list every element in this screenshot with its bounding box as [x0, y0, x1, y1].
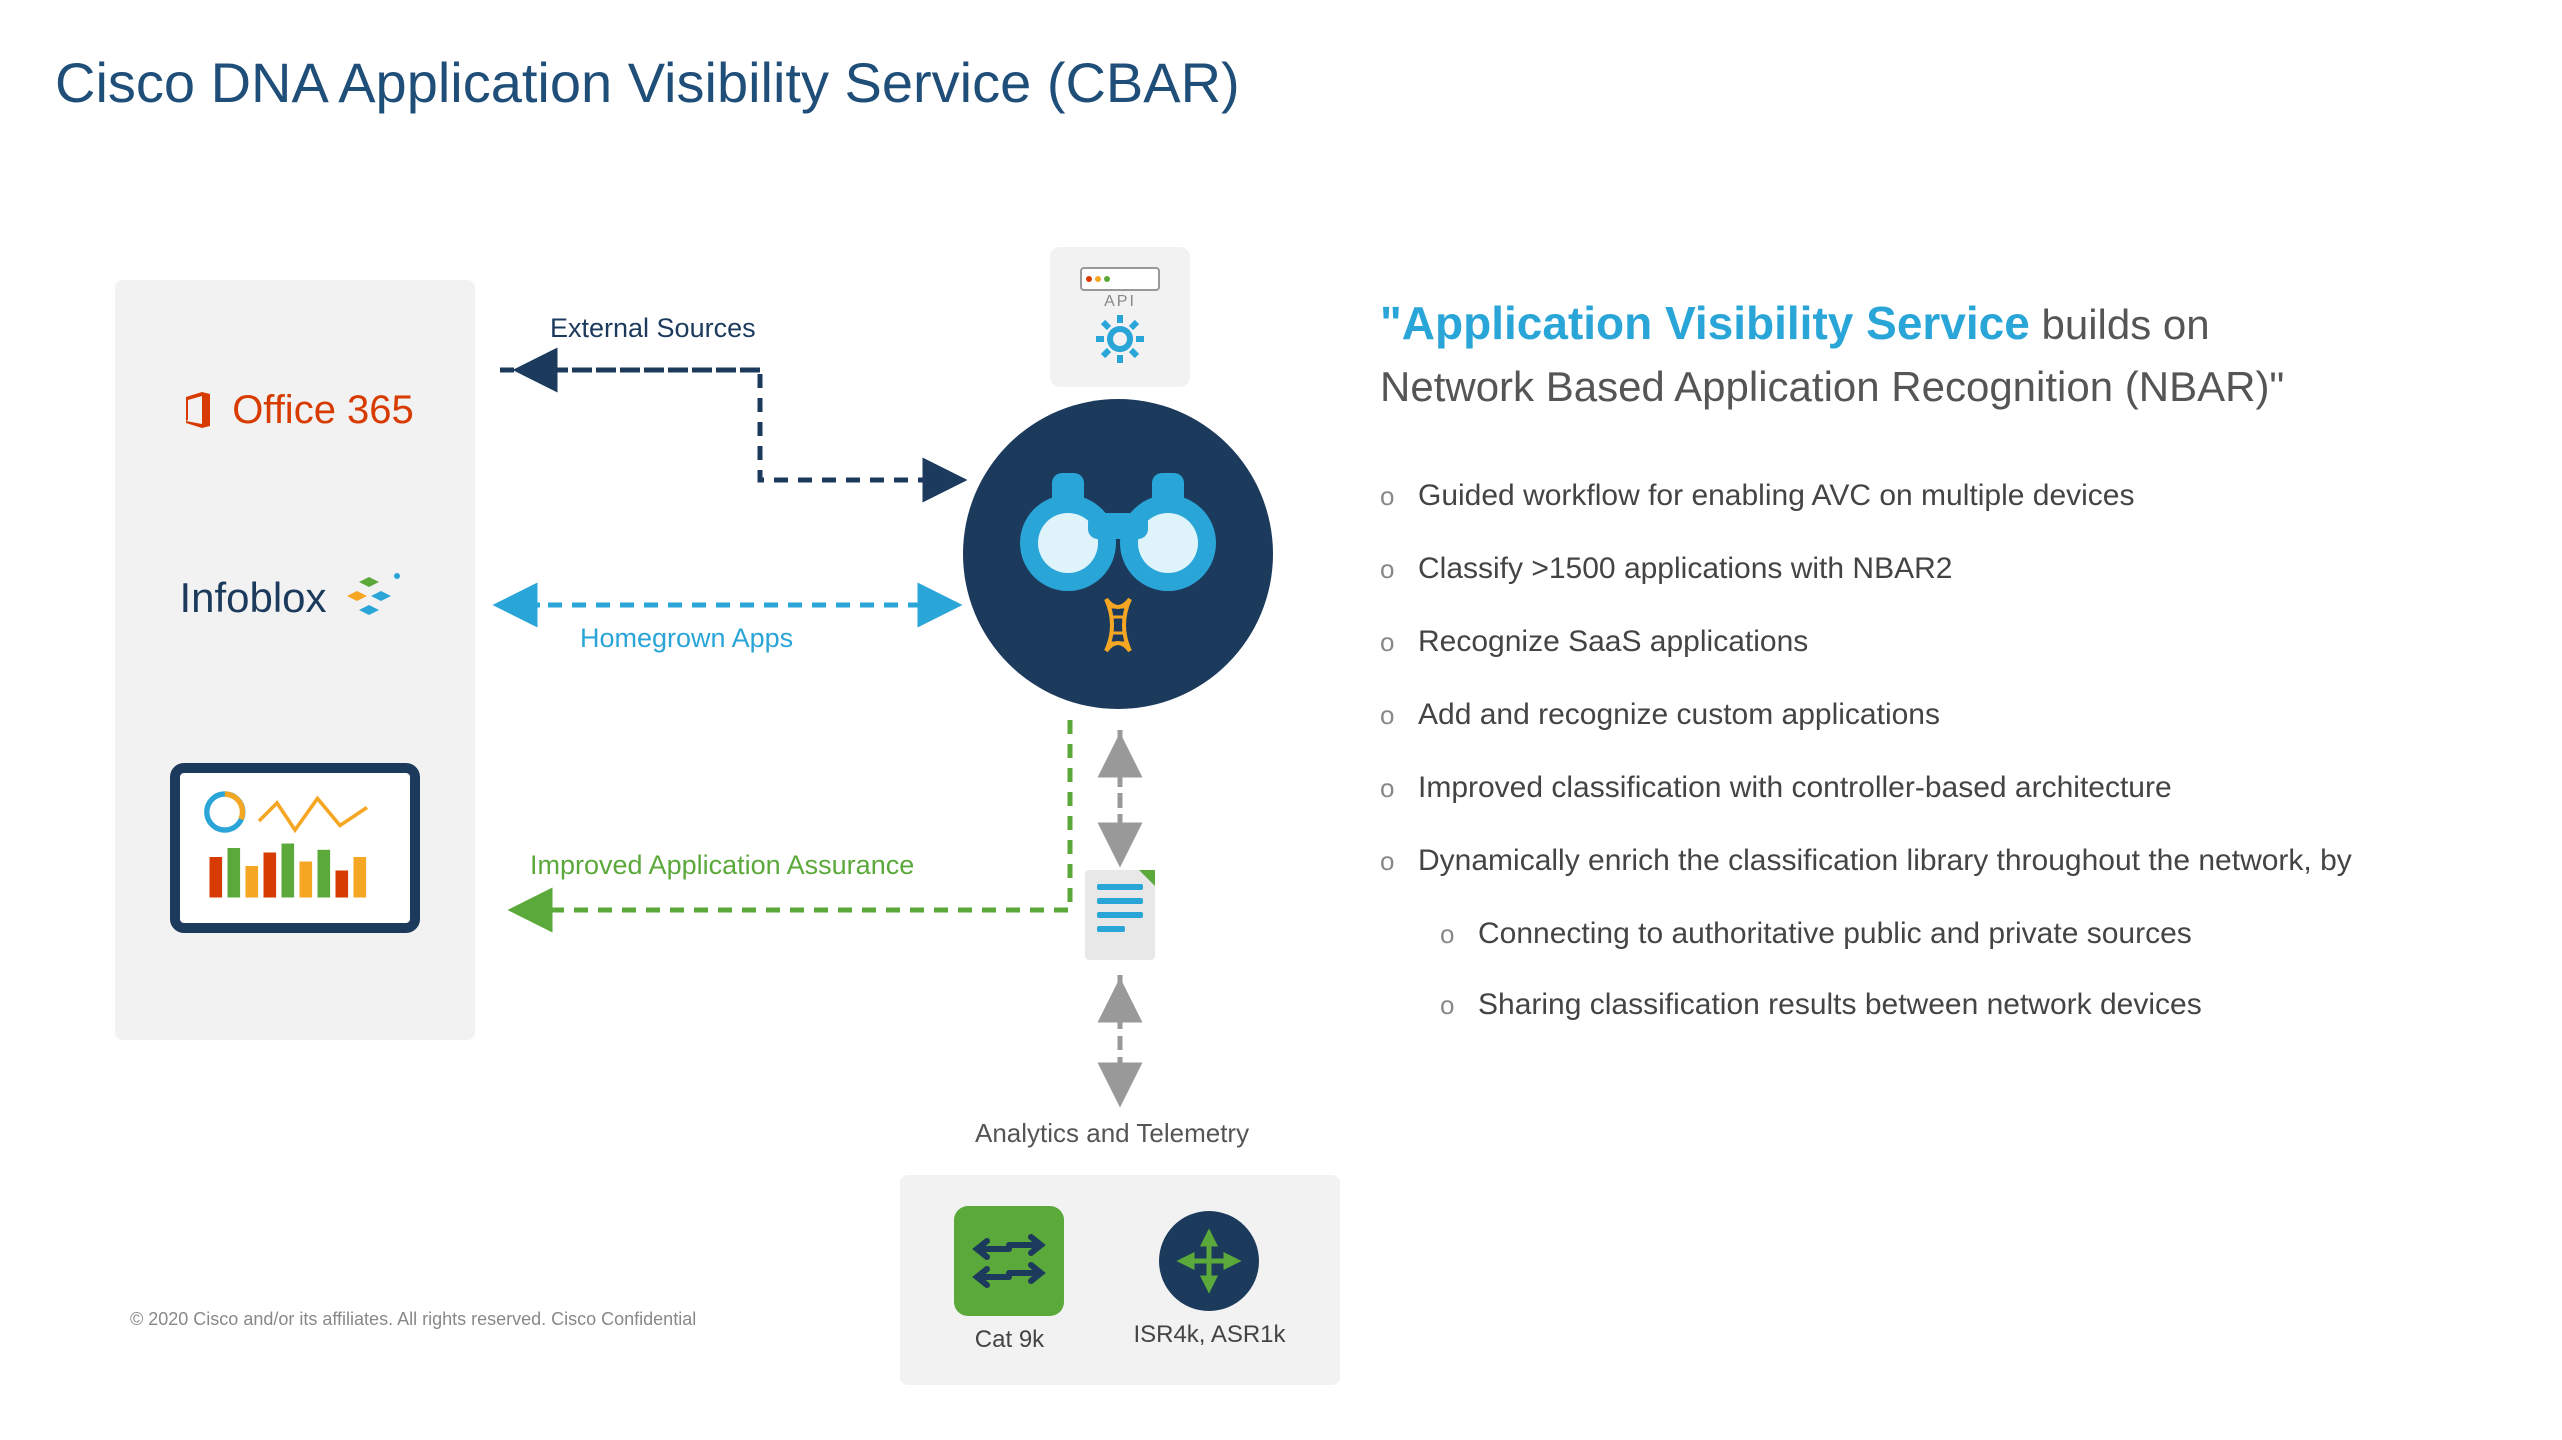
- sources-panel: Office 365 Infoblox: [115, 280, 475, 1040]
- gear-icon: [1092, 311, 1148, 367]
- bullet-item: Add and recognize custom applications: [1380, 692, 2460, 737]
- bullet-item: Improved classification with controller-…: [1380, 765, 2460, 810]
- isr-device: ISR4k, ASR1k: [1133, 1211, 1285, 1349]
- office365-label: Office 365: [232, 388, 414, 433]
- api-label: API: [1104, 293, 1136, 311]
- isr-label: ISR4k, ASR1k: [1133, 1321, 1285, 1349]
- bullet-item: Guided workflow for enabling AVC on mult…: [1380, 473, 2460, 518]
- infoblox-label: Infoblox: [179, 574, 326, 622]
- external-sources-label: External Sources: [550, 313, 756, 344]
- page-title: Cisco DNA Application Visibility Service…: [55, 50, 1240, 115]
- analytics-telemetry-label: Analytics and Telemetry: [975, 1118, 1249, 1149]
- sub-bullet-list: Connecting to authoritative public and p…: [1440, 911, 2460, 1027]
- router-icon: [1159, 1211, 1259, 1311]
- content-column: "Application Visibility Service builds o…: [1380, 290, 2460, 1053]
- switch-icon: [954, 1206, 1064, 1316]
- headline-quote: "Application Visibility Service builds o…: [1380, 290, 2460, 418]
- bullet-item: Classify >1500 applications with NBAR2: [1380, 546, 2460, 591]
- sub-bullet-item: Connecting to authoritative public and p…: [1440, 911, 2460, 956]
- footer-copyright: © 2020 Cisco and/or its affiliates. All …: [130, 1309, 696, 1330]
- assurance-label: Improved Application Assurance: [530, 850, 914, 881]
- quote-body2: Network Based Application Recognition (N…: [1380, 363, 2284, 410]
- quote-lead: "Application Visibility Service: [1380, 297, 2030, 349]
- cat9k-label: Cat 9k: [975, 1326, 1044, 1354]
- dashboard-icon: [170, 763, 420, 933]
- cat9k-device: Cat 9k: [954, 1206, 1064, 1354]
- binoculars-icon: [963, 399, 1273, 709]
- office365-icon: [176, 388, 220, 432]
- devices-panel: Cat 9k ISR4k, ASR1k: [900, 1175, 1340, 1385]
- dna-icon: [1098, 595, 1138, 655]
- infoblox-item: Infoblox: [179, 568, 410, 628]
- sub-bullet-item: Sharing classification results between n…: [1440, 982, 2460, 1027]
- bullet-list: Guided workflow for enabling AVC on mult…: [1380, 473, 2460, 883]
- bullet-item: Recognize SaaS applications: [1380, 619, 2460, 664]
- office365-item: Office 365: [176, 388, 414, 433]
- homegrown-apps-label: Homegrown Apps: [580, 623, 793, 654]
- infoblox-icon: [339, 568, 411, 628]
- bullet-item: Dynamically enrich the classification li…: [1380, 838, 2460, 883]
- document-icon: [1085, 870, 1155, 960]
- quote-body1: builds on: [2030, 301, 2210, 348]
- api-icon: API: [1050, 247, 1190, 387]
